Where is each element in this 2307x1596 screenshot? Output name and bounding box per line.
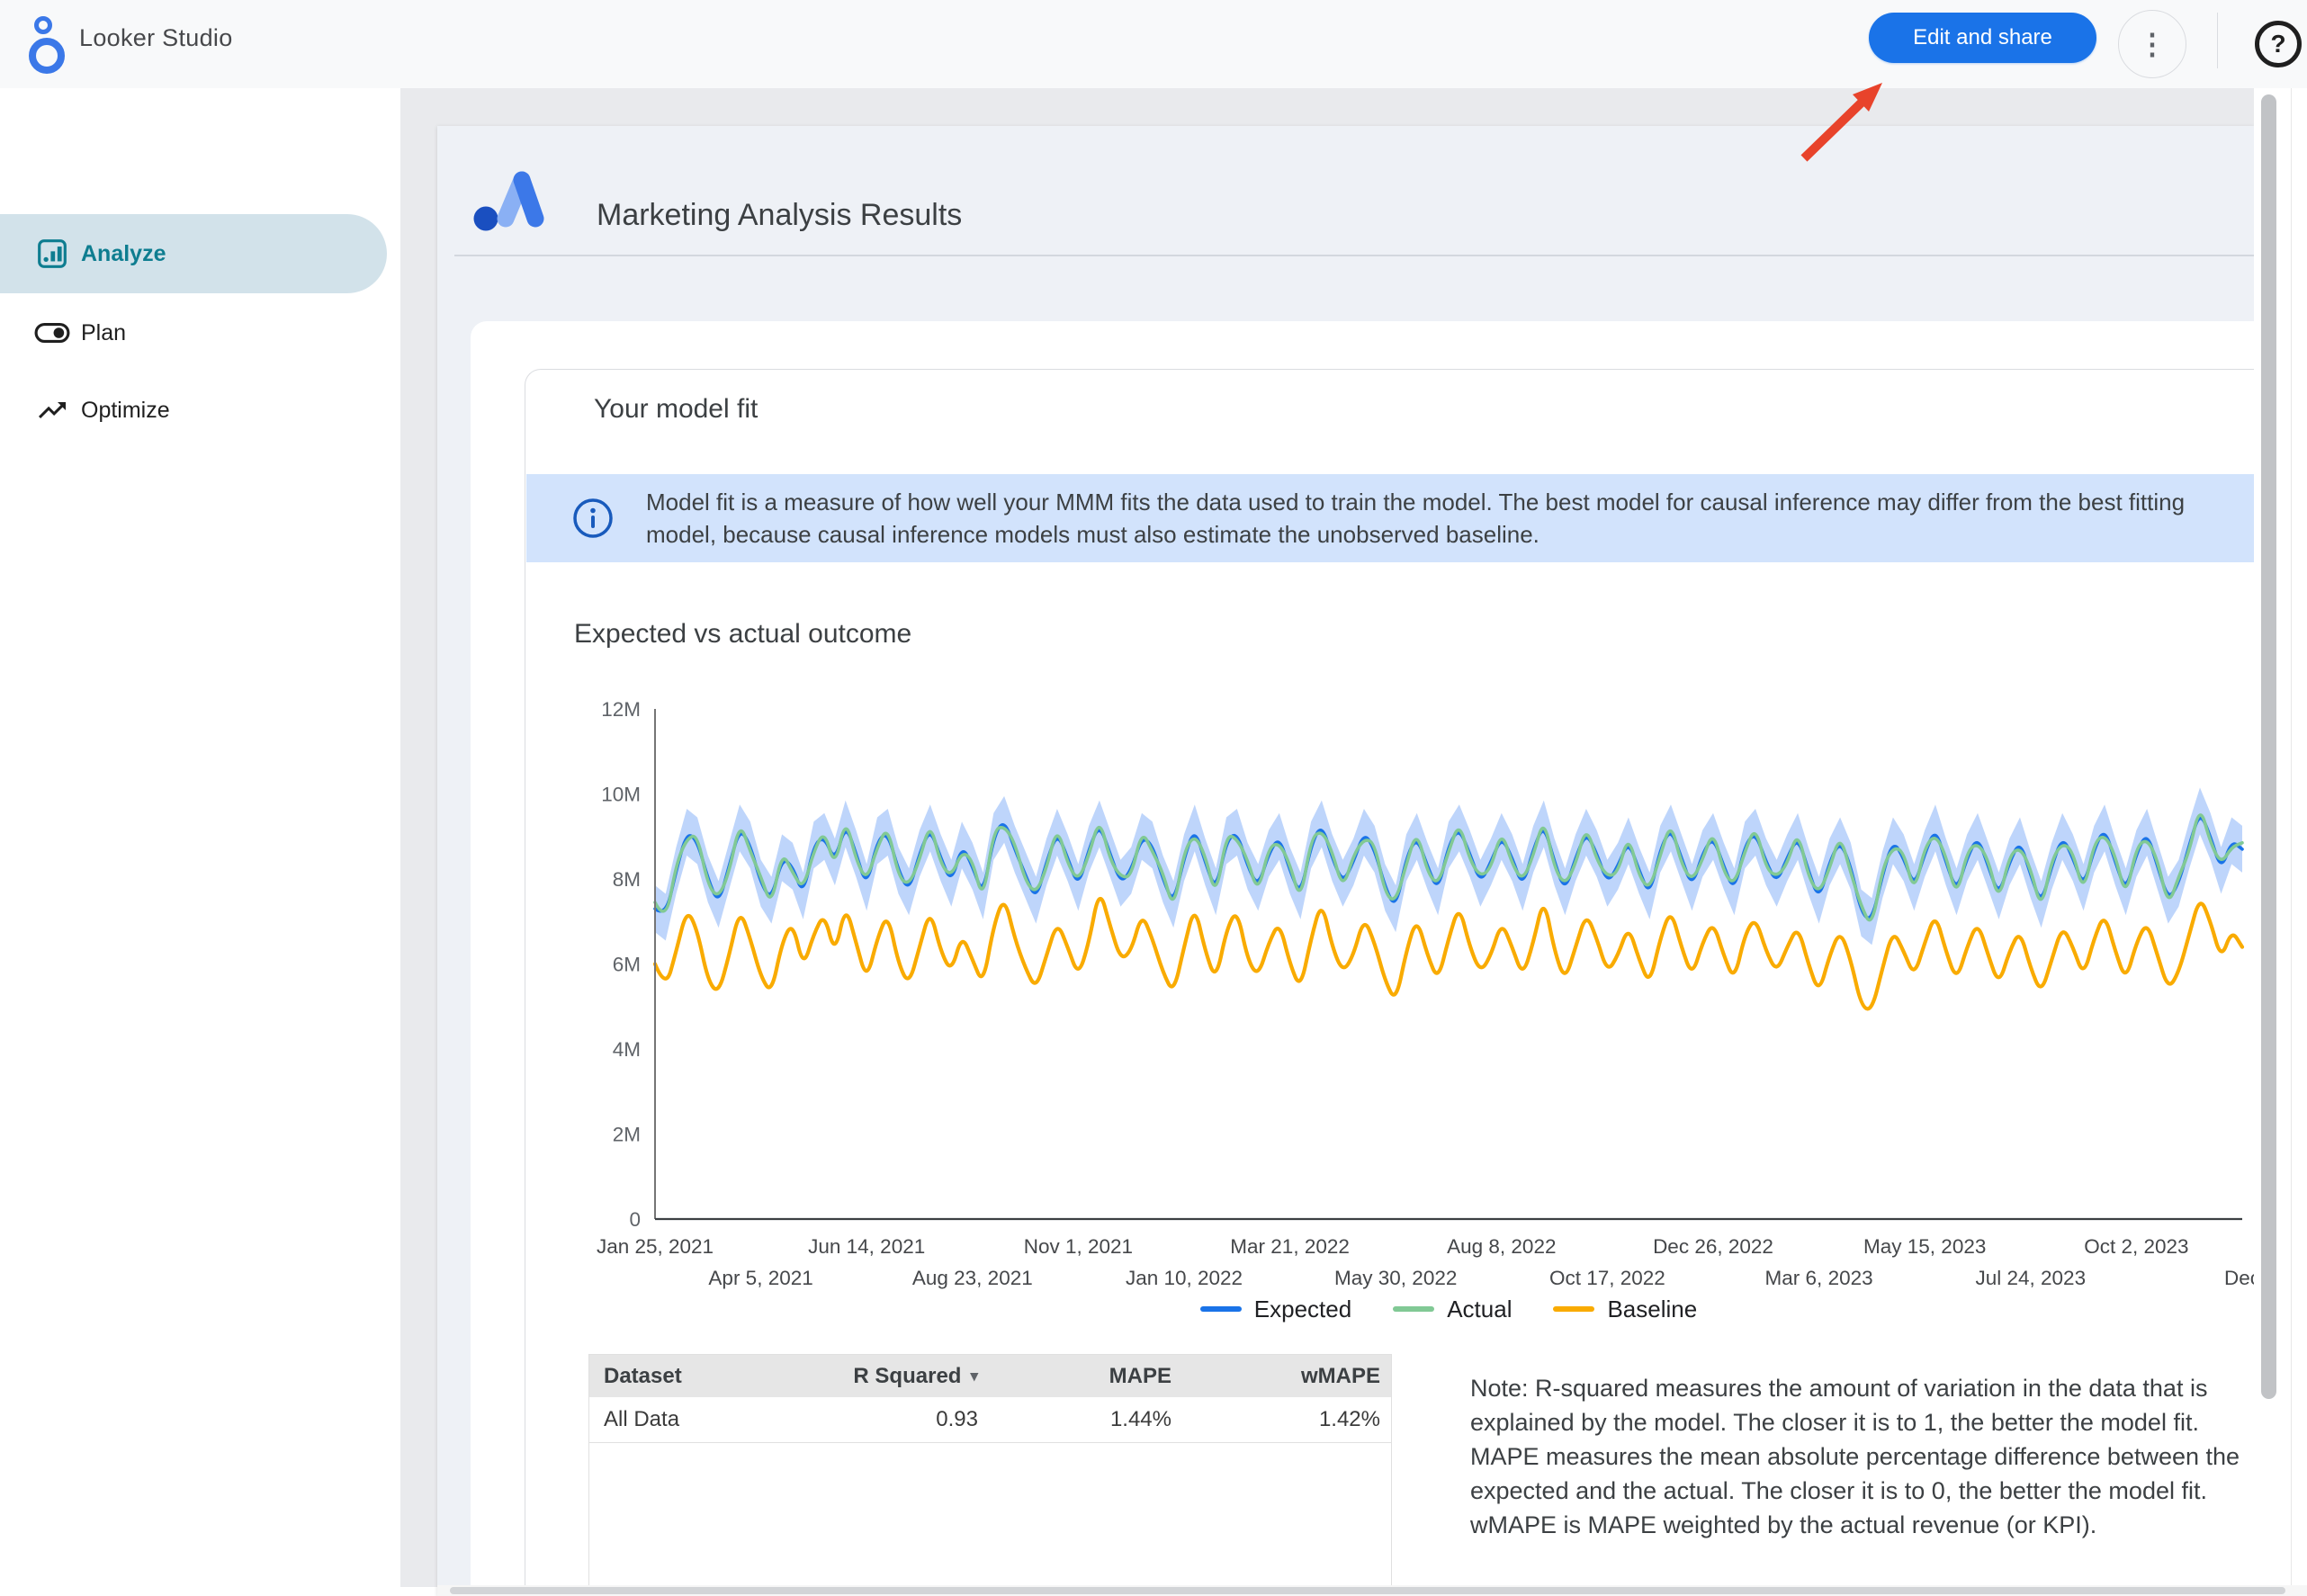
chart-line-baseline xyxy=(655,899,2242,1009)
x-tick-label: Mar 6, 2023 xyxy=(1765,1267,1873,1289)
table-cell: 0.93 xyxy=(757,1397,991,1442)
table-cell: 1.44% xyxy=(991,1397,1184,1442)
legend-item-expected: Expected xyxy=(1200,1296,1351,1323)
legend-swatch xyxy=(1200,1306,1242,1312)
info-banner-text: Model fit is a measure of how well your … xyxy=(646,486,2230,551)
legend-swatch xyxy=(1553,1306,1594,1312)
legend-item-actual: Actual xyxy=(1393,1296,1512,1323)
x-tick-label: Aug 8, 2022 xyxy=(1447,1235,1556,1258)
x-tick-label: Apr 5, 2021 xyxy=(708,1267,812,1289)
bar-chart-icon xyxy=(34,238,70,270)
x-tick-label: Jun 14, 2021 xyxy=(808,1235,925,1258)
looker-studio-app: Looker Studio Edit and share ⋮ ? Analyze xyxy=(0,0,2307,1596)
x-tick-label: Dec 26, 2022 xyxy=(1653,1235,1773,1258)
sidebar-item-plan[interactable]: Plan xyxy=(0,293,387,372)
confidence-band xyxy=(655,787,2242,945)
table-cell: All Data xyxy=(589,1397,757,1442)
x-tick-label: Aug 23, 2021 xyxy=(912,1267,1033,1289)
legend-label: Actual xyxy=(1447,1296,1512,1323)
help-icon: ? xyxy=(2270,31,2285,57)
note-text: Note: R-squared measures the amount of v… xyxy=(1470,1371,2258,1542)
model-fit-table: DatasetR Squared▾MAPEwMAPEAll Data0.931.… xyxy=(588,1354,1392,1590)
x-tick-label: Jul 24, 2023 xyxy=(1975,1267,2086,1289)
looker-studio-logo-icon xyxy=(14,11,67,77)
sidebar: Analyze Plan Optimize xyxy=(0,88,400,1596)
sidebar-item-analyze[interactable]: Analyze xyxy=(0,214,387,293)
x-tick-label: Mar 21, 2022 xyxy=(1230,1235,1350,1258)
help-button[interactable]: ? xyxy=(2255,21,2302,67)
page-title: Marketing Analysis Results xyxy=(597,198,962,233)
legend-item-baseline: Baseline xyxy=(1553,1296,1697,1323)
toggle-icon xyxy=(34,321,70,345)
chart-legend: Expected Actual Baseline xyxy=(655,1294,2242,1324)
column-header-mape[interactable]: MAPE xyxy=(991,1355,1184,1397)
y-tick-label: 6M xyxy=(613,954,641,976)
scrollbar-edge-divider xyxy=(2291,88,2292,1587)
header-divider xyxy=(454,255,2254,256)
sidebar-item-optimize[interactable]: Optimize xyxy=(0,371,387,450)
topbar-divider xyxy=(2217,13,2218,68)
y-tick-label: 2M xyxy=(613,1124,641,1146)
topbar: Looker Studio Edit and share ⋮ ? xyxy=(0,0,2307,89)
table-cell: 1.42% xyxy=(1184,1397,1393,1442)
sidebar-item-label: Optimize xyxy=(81,398,170,424)
x-tick-label: May 15, 2023 xyxy=(1863,1235,1986,1258)
legend-swatch xyxy=(1393,1306,1434,1312)
trending-up-icon xyxy=(34,394,70,426)
x-tick-label: Jan 25, 2021 xyxy=(597,1235,714,1258)
content-gutter xyxy=(400,126,437,1587)
edit-and-share-button[interactable]: Edit and share xyxy=(1869,13,2096,63)
app-title: Looker Studio xyxy=(79,24,233,52)
column-header-dataset[interactable]: Dataset xyxy=(589,1355,757,1397)
x-tick-label: Oct 2, 2023 xyxy=(2084,1235,2188,1258)
y-tick-label: 12M xyxy=(601,698,641,721)
table-row: All Data0.931.44%1.42% xyxy=(589,1397,1391,1443)
card-heading: Your model fit xyxy=(594,394,758,425)
legend-label: Baseline xyxy=(1607,1296,1697,1323)
x-tick-label: Oct 17, 2022 xyxy=(1549,1267,1665,1289)
more-vertical-icon: ⋮ xyxy=(2138,30,2167,58)
sort-desc-icon: ▾ xyxy=(970,1367,978,1385)
more-options-button[interactable]: ⋮ xyxy=(2118,10,2186,78)
legend-label: Expected xyxy=(1254,1296,1351,1323)
sidebar-item-label: Plan xyxy=(81,320,126,346)
x-tick-label: Dec xyxy=(2224,1267,2254,1289)
column-header-wmape[interactable]: wMAPE xyxy=(1184,1355,1393,1397)
horizontal-scrollbar-thumb[interactable] xyxy=(450,1587,2285,1594)
x-tick-label: Jan 10, 2022 xyxy=(1126,1267,1243,1289)
y-tick-label: 4M xyxy=(613,1038,641,1061)
outcome-chart: 12M 10M 8M 6M 4M 2M 0 Jan 25, 2021 Jun 14, 2021 N… xyxy=(540,684,2254,1314)
column-header-r-squared[interactable]: R Squared▾ xyxy=(757,1355,991,1397)
table-header-row: DatasetR Squared▾MAPEwMAPE xyxy=(589,1355,1391,1397)
x-tick-label: May 30, 2022 xyxy=(1334,1267,1457,1289)
y-tick-label: 0 xyxy=(629,1208,641,1231)
sidebar-item-label: Analyze xyxy=(81,241,166,267)
x-tick-label: Nov 1, 2021 xyxy=(1024,1235,1133,1258)
vertical-scrollbar-thumb[interactable] xyxy=(2261,94,2276,1399)
content-background xyxy=(400,88,2254,126)
report-logo xyxy=(468,165,567,235)
info-icon xyxy=(572,498,614,539)
y-tick-label: 10M xyxy=(601,784,641,806)
y-tick-label: 8M xyxy=(613,868,641,891)
chart-title: Expected vs actual outcome xyxy=(574,619,911,650)
